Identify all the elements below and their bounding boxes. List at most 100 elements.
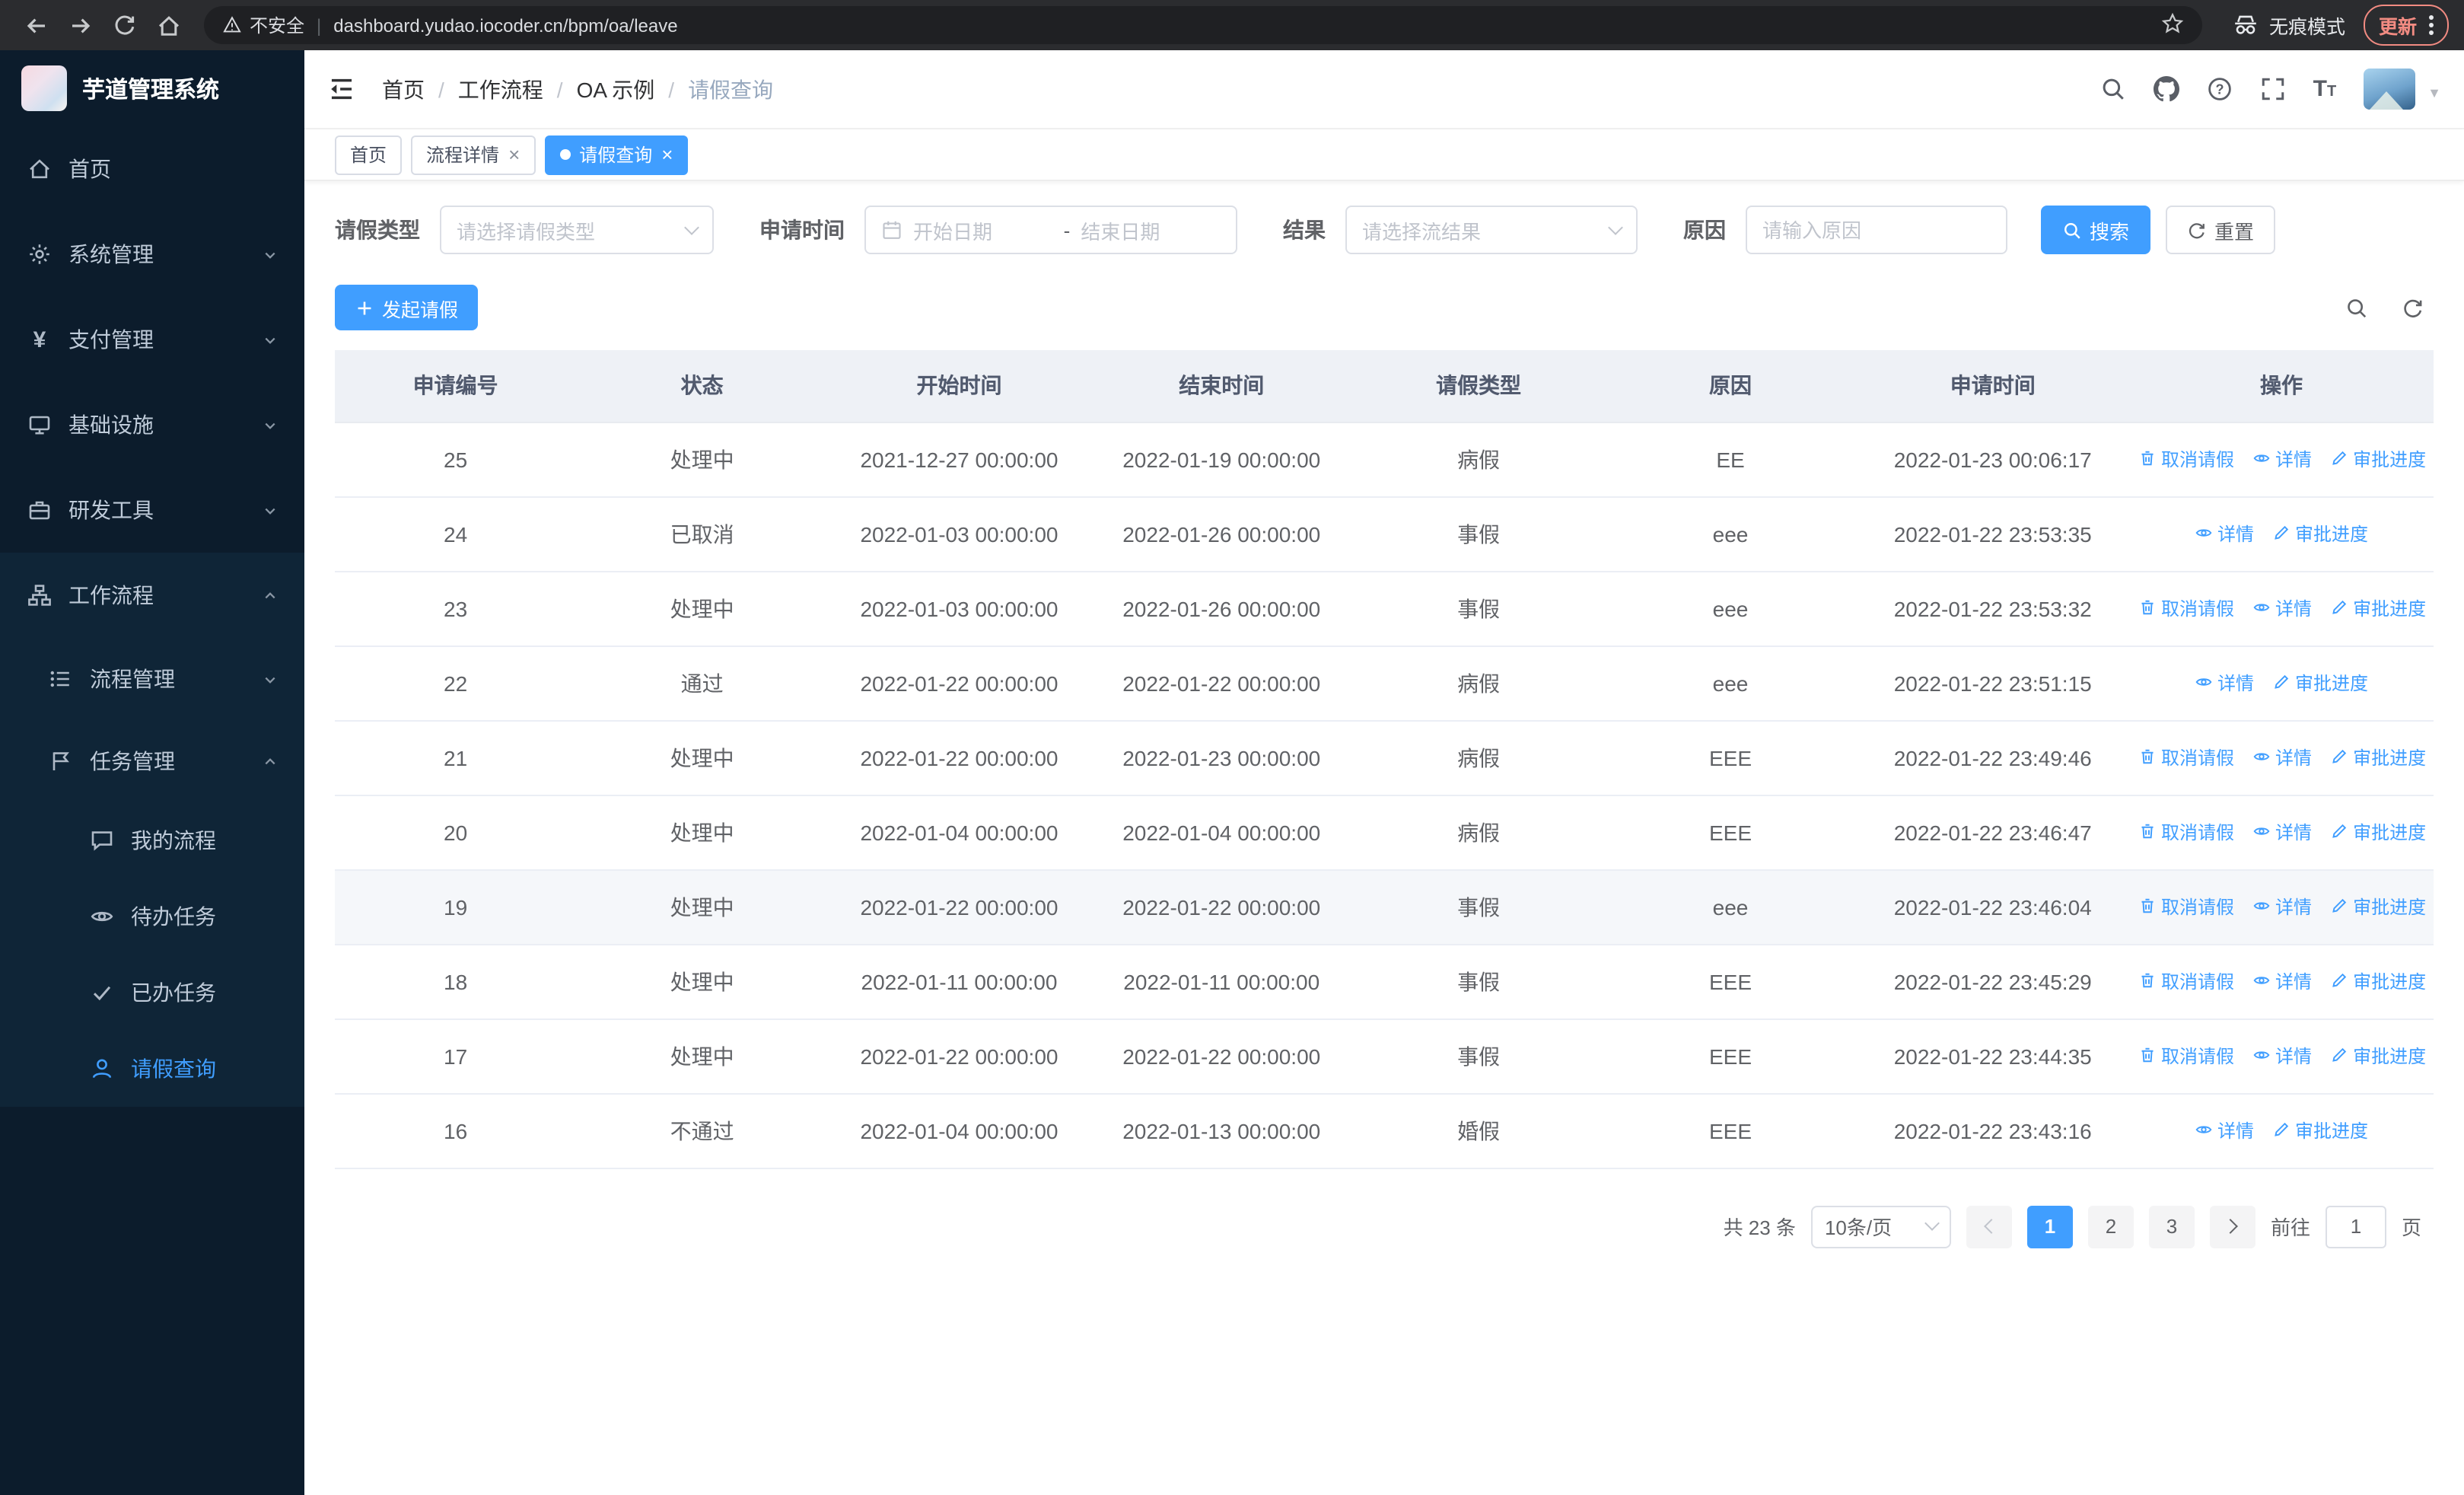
op-detail-link[interactable]: 详情: [2195, 1117, 2254, 1143]
close-icon[interactable]: ×: [661, 145, 673, 164]
breadcrumb-item[interactable]: 工作流程: [458, 74, 543, 104]
security-warning[interactable]: 不安全: [222, 12, 304, 38]
sidebar-item-todo-tasks[interactable]: 待办任务: [0, 878, 304, 955]
page-button-2[interactable]: 2: [2087, 1205, 2134, 1248]
collapse-sidebar-icon[interactable]: [327, 75, 356, 104]
sidebar-item-workflow[interactable]: 工作流程: [0, 553, 304, 638]
op-detail-link[interactable]: 详情: [2252, 968, 2312, 994]
breadcrumb-item[interactable]: 首页: [382, 74, 425, 104]
op-progress-link[interactable]: 审批进度: [2272, 670, 2368, 696]
leave-type-select[interactable]: 请选择请假类型: [440, 206, 714, 254]
tag-process-detail[interactable]: 流程详情 ×: [411, 135, 536, 174]
tag-leave-query[interactable]: 请假查询 ×: [544, 135, 689, 174]
page-size-select[interactable]: 10条/页: [1810, 1205, 1951, 1248]
back-icon[interactable]: [15, 5, 56, 46]
sidebar-item-task-mgmt[interactable]: 任务管理: [0, 720, 304, 802]
op-detail-link[interactable]: 详情: [2195, 670, 2254, 696]
address-bar[interactable]: 不安全 | dashboard.yudao.iocoder.cn/bpm/oa/…: [204, 6, 2202, 44]
browser-menu-icon[interactable]: [2429, 15, 2434, 35]
op-detail-link[interactable]: 详情: [2252, 894, 2312, 920]
cell-end: 2022-01-13 00:00:00: [1090, 1093, 1353, 1168]
date-range-picker[interactable]: 开始日期 - 结束日期: [864, 206, 1237, 254]
search-toggle-icon[interactable]: [2345, 296, 2368, 319]
op-detail-link[interactable]: 详情: [2195, 521, 2254, 547]
op-cancel-link[interactable]: 取消请假: [2138, 819, 2234, 845]
sidebar-item-system[interactable]: 系统管理: [0, 212, 304, 297]
reset-button[interactable]: 重置: [2166, 206, 2276, 254]
sidebar-item-infrastructure[interactable]: 基础设施: [0, 382, 304, 467]
app-logo[interactable]: 芋道管理系统: [0, 50, 304, 126]
avatar-caret-down-icon[interactable]: ▼: [2427, 85, 2441, 110]
op-progress-link[interactable]: 审批进度: [2330, 595, 2426, 621]
reason-input[interactable]: [1746, 206, 2007, 254]
active-dot: [559, 149, 571, 160]
check-icon: [87, 980, 117, 1005]
op-progress-link[interactable]: 审批进度: [2330, 744, 2426, 770]
cell-ops: 取消请假 详情 审批进度: [2129, 869, 2434, 945]
table-row: 23 处理中 2022-01-03 00:00:00 2022-01-26 00:00…: [335, 571, 2434, 646]
op-progress-link[interactable]: 审批进度: [2272, 1117, 2368, 1143]
op-label: 审批进度: [2353, 896, 2427, 918]
cell-type: 事假: [1352, 496, 1605, 572]
op-cancel-link[interactable]: 取消请假: [2138, 446, 2234, 472]
op-detail-link[interactable]: 详情: [2252, 744, 2312, 770]
page-button-1[interactable]: 1: [2026, 1205, 2073, 1248]
tag-home[interactable]: 首页: [335, 135, 403, 174]
view-icon: [2253, 753, 2270, 761]
forward-icon[interactable]: [59, 5, 100, 46]
result-select[interactable]: 请选择流结果: [1345, 206, 1638, 254]
sidebar-item-label: 我的流程: [131, 828, 216, 853]
create-leave-button[interactable]: 发起请假: [335, 285, 479, 330]
search-button[interactable]: 搜索: [2041, 206, 2151, 254]
prev-page-button[interactable]: [1966, 1205, 2012, 1248]
refresh-table-icon[interactable]: [2402, 296, 2424, 319]
op-progress-link[interactable]: 审批进度: [2272, 521, 2368, 547]
next-page-button[interactable]: [2209, 1205, 2255, 1248]
reload-icon[interactable]: [103, 5, 145, 46]
op-progress-link[interactable]: 审批进度: [2330, 446, 2426, 472]
table-row: 22 通过 2022-01-22 00:00:00 2022-01-22 00:00:…: [335, 645, 2434, 721]
home-icon[interactable]: [148, 5, 189, 46]
op-cancel-link[interactable]: 取消请假: [2138, 1043, 2234, 1069]
search-icon[interactable]: [2100, 76, 2126, 102]
op-label: 详情: [2275, 971, 2313, 993]
cell-status: 通过: [576, 645, 829, 721]
op-progress-link[interactable]: 审批进度: [2330, 894, 2426, 920]
fullscreen-icon[interactable]: [2260, 76, 2286, 102]
sidebar-item-leave-query[interactable]: 请假查询: [0, 1031, 304, 1107]
op-cancel-link[interactable]: 取消请假: [2138, 595, 2234, 621]
op-detail-link[interactable]: 详情: [2252, 446, 2312, 472]
chevron-down-icon: [1608, 219, 1623, 234]
bookmark-star-icon[interactable]: [2161, 11, 2184, 39]
close-icon[interactable]: ×: [508, 145, 520, 164]
op-cancel-link[interactable]: 取消请假: [2138, 744, 2234, 770]
sidebar-item-home[interactable]: 首页: [0, 126, 304, 212]
op-label: 取消请假: [2161, 448, 2235, 470]
op-detail-link[interactable]: 详情: [2252, 819, 2312, 845]
github-icon[interactable]: [2153, 76, 2179, 102]
op-detail-link[interactable]: 详情: [2252, 1043, 2312, 1069]
page-button-3[interactable]: 3: [2148, 1205, 2195, 1248]
breadcrumb-item[interactable]: OA 示例: [577, 74, 655, 104]
cancel-icon: [2141, 974, 2154, 988]
browser-update-button[interactable]: 更新: [2363, 5, 2449, 46]
table-row: 18 处理中 2022-01-11 00:00:00 2022-01-11 00:00…: [335, 944, 2434, 1019]
sidebar-item-payment[interactable]: ¥ 支付管理: [0, 297, 304, 382]
font-size-icon[interactable]: TT: [2313, 78, 2337, 100]
user-avatar[interactable]: [2364, 69, 2416, 110]
op-progress-link[interactable]: 审批进度: [2330, 1043, 2426, 1069]
op-detail-link[interactable]: 详情: [2252, 595, 2312, 621]
col-header-ops: 操作: [2129, 350, 2434, 422]
sidebar-item-my-process[interactable]: 我的流程: [0, 802, 304, 878]
sidebar-item-devtools[interactable]: 研发工具: [0, 467, 304, 553]
op-progress-link[interactable]: 审批进度: [2330, 819, 2426, 845]
sidebar-item-process-mgmt[interactable]: 流程管理: [0, 638, 304, 720]
help-icon[interactable]: ?: [2207, 76, 2233, 102]
op-cancel-link[interactable]: 取消请假: [2138, 968, 2234, 994]
goto-page-input[interactable]: [2325, 1205, 2386, 1248]
op-cancel-link[interactable]: 取消请假: [2138, 894, 2234, 920]
leave-table-body: 25 处理中 2021-12-27 00:00:00 2022-01-19 00:00…: [335, 422, 2434, 1168]
tag-label: 首页: [350, 145, 387, 166]
op-progress-link[interactable]: 审批进度: [2330, 968, 2426, 994]
sidebar-item-done-tasks[interactable]: 已办任务: [0, 955, 304, 1031]
